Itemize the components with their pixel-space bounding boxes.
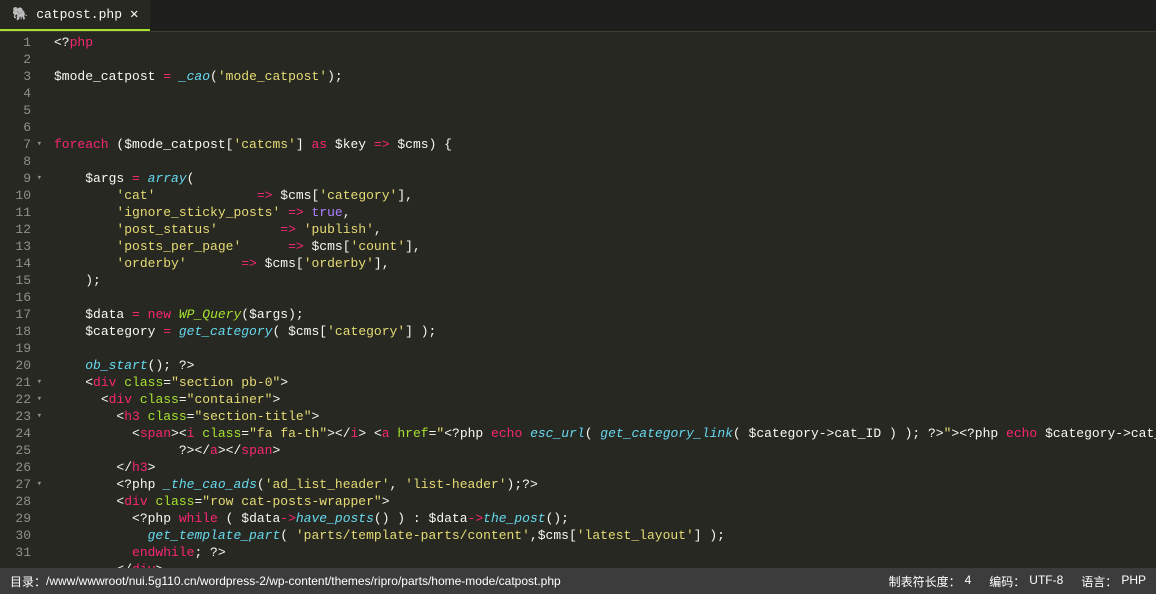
- line-number: 24: [0, 425, 50, 442]
- line-number: 3: [0, 68, 50, 85]
- line-number: 31: [0, 544, 50, 561]
- line-number: 11: [0, 204, 50, 221]
- fold-icon[interactable]: ▾: [34, 374, 42, 391]
- line-number: 21▾: [0, 374, 50, 391]
- line-number: 23▾: [0, 408, 50, 425]
- line-number: 10: [0, 187, 50, 204]
- tab-filename: catpost.php: [36, 7, 122, 22]
- line-number: 25: [0, 442, 50, 459]
- line-number: 1: [0, 34, 50, 51]
- line-number: 4: [0, 85, 50, 102]
- status-path: /www/wwwroot/nui.5g110.cn/wordpress-2/wp…: [46, 574, 561, 588]
- line-number: 12: [0, 221, 50, 238]
- line-number: 22▾: [0, 391, 50, 408]
- status-path-label: 目录：: [10, 573, 46, 590]
- line-number: 2: [0, 51, 50, 68]
- file-tab[interactable]: 🐘 catpost.php ✕: [0, 0, 150, 31]
- code-content[interactable]: <?php $mode_catpost = _cao('mode_catpost…: [50, 32, 1156, 568]
- php-file-icon: 🐘: [12, 7, 28, 22]
- tab-bar: 🐘 catpost.php ✕: [0, 0, 1156, 32]
- status-language[interactable]: 语言：PHP: [1081, 573, 1146, 590]
- line-number: 18: [0, 323, 50, 340]
- fold-icon[interactable]: ▾: [34, 391, 42, 408]
- fold-icon[interactable]: ▾: [34, 476, 42, 493]
- status-bar: 目录： /www/wwwroot/nui.5g110.cn/wordpress-…: [0, 568, 1156, 594]
- line-number: 17: [0, 306, 50, 323]
- line-number: 19: [0, 340, 50, 357]
- line-number: 14: [0, 255, 50, 272]
- editor-area[interactable]: 1234567▾89▾101112131415161718192021▾22▾2…: [0, 32, 1156, 568]
- close-icon[interactable]: ✕: [130, 6, 138, 23]
- fold-icon[interactable]: ▾: [34, 136, 42, 153]
- line-number: 27▾: [0, 476, 50, 493]
- line-number: 16: [0, 289, 50, 306]
- line-number: 7▾: [0, 136, 50, 153]
- fold-icon[interactable]: ▾: [34, 170, 42, 187]
- line-gutter: 1234567▾89▾101112131415161718192021▾22▾2…: [0, 32, 50, 568]
- line-number: 13: [0, 238, 50, 255]
- line-number: 15: [0, 272, 50, 289]
- line-number: 9▾: [0, 170, 50, 187]
- line-number: 28: [0, 493, 50, 510]
- line-number: 8: [0, 153, 50, 170]
- line-number: 5: [0, 102, 50, 119]
- line-number: 26: [0, 459, 50, 476]
- line-number: 20: [0, 357, 50, 374]
- status-encoding[interactable]: 编码：UTF-8: [989, 573, 1063, 590]
- status-tabsize[interactable]: 制表符长度：4: [889, 573, 972, 590]
- line-number: 29: [0, 510, 50, 527]
- fold-icon[interactable]: ▾: [34, 408, 42, 425]
- line-number: 30: [0, 527, 50, 544]
- line-number: 6: [0, 119, 50, 136]
